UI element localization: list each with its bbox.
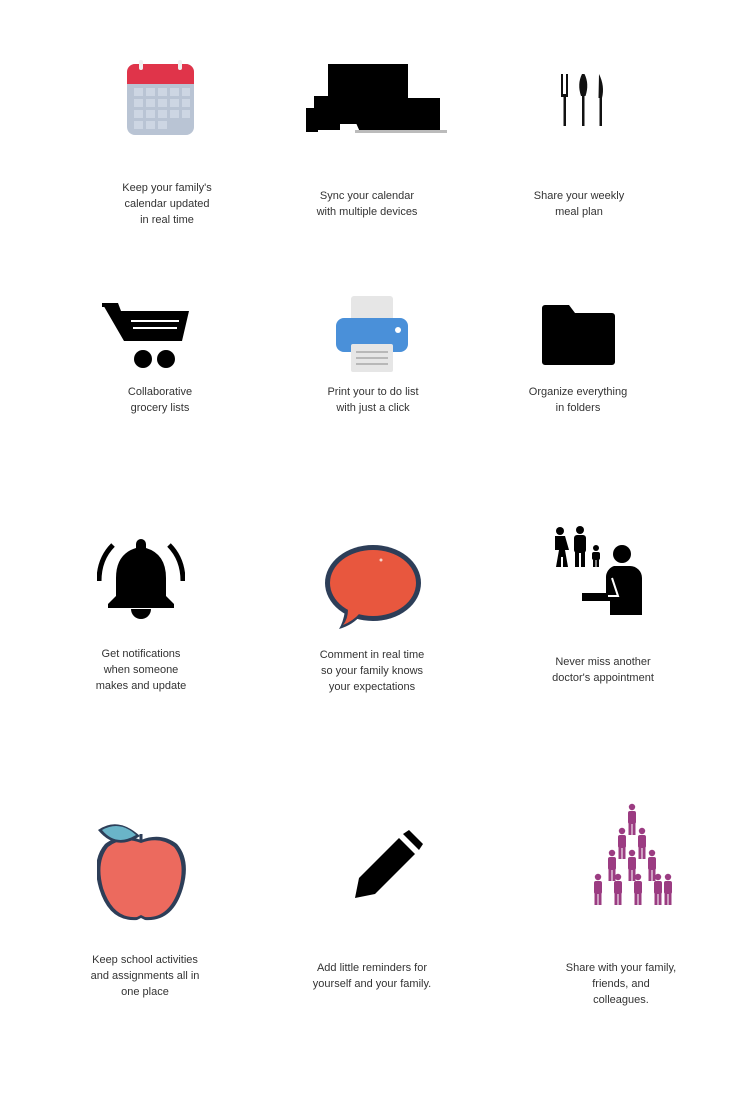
feature-caption: Never miss another doctor's appointment <box>552 656 654 684</box>
feature-caption: Organize everything in folders <box>528 386 628 414</box>
feature-caption: Share your weekly meal plan <box>533 190 625 218</box>
feature-caption: Add little reminders for yourself and yo… <box>312 962 432 990</box>
feature-caption: Print your to do list with just a click <box>327 386 419 414</box>
apple-icon <box>97 822 187 924</box>
folder-icon <box>541 305 616 365</box>
feature-caption: Keep school activities and assignments a… <box>90 954 200 998</box>
devices-icon <box>305 64 450 134</box>
printer-icon <box>336 296 408 376</box>
feature-caption: Sync your calendar with multiple devices <box>316 190 418 218</box>
family-doctor-icon <box>552 526 647 618</box>
speech-bubble-icon <box>323 543 423 631</box>
shopping-cart-icon <box>101 301 191 371</box>
feature-caption: Keep your family's calendar updated in r… <box>122 182 212 226</box>
cutlery-icon <box>558 72 610 128</box>
feature-caption: Get notifications when someone makes and… <box>95 648 187 692</box>
calendar-icon <box>126 60 196 136</box>
pencil-icon <box>353 830 423 900</box>
feature-caption: Comment in real time so your family know… <box>319 649 425 693</box>
group-icon <box>590 803 674 909</box>
feature-caption: Collaborative grocery lists <box>127 386 193 414</box>
feature-caption: Share with your family, friends, and col… <box>565 962 677 1006</box>
bell-icon <box>97 537 185 621</box>
